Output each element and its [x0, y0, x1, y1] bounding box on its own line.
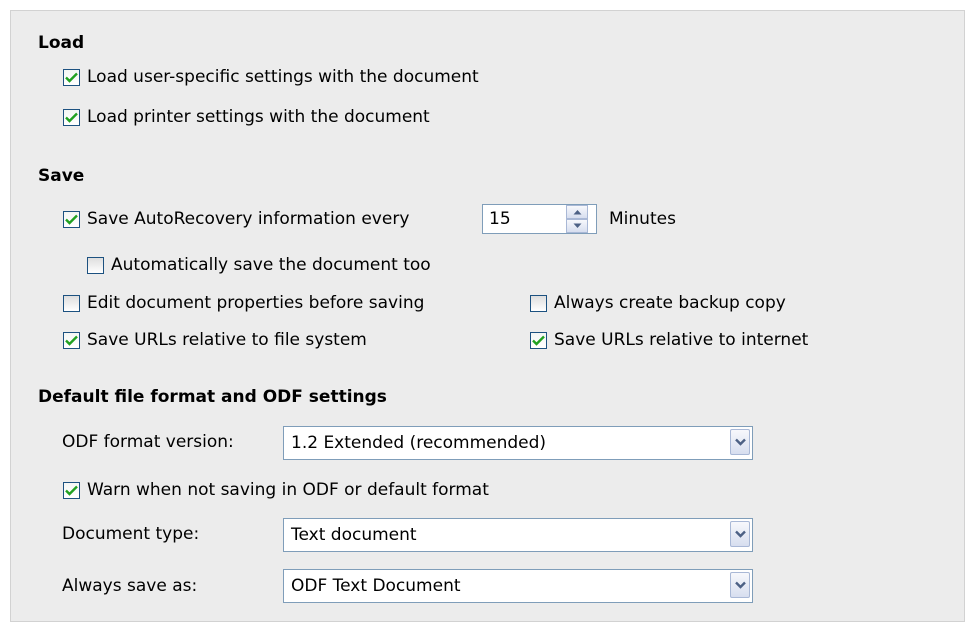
save-as-value: ODF Text Document	[291, 576, 461, 596]
minutes-label: Minutes	[609, 209, 676, 229]
save-as-dropdown-button[interactable]	[730, 572, 750, 598]
options-panel: Load Load user-specific settings with th…	[10, 10, 965, 622]
spin-down-button[interactable]	[566, 219, 588, 233]
document-type-dropdown-button[interactable]	[730, 521, 750, 547]
load-user-settings-label: Load user-specific settings with the doc…	[87, 67, 479, 87]
backup-copy-checkbox[interactable]	[530, 294, 547, 312]
warn-odf-checkbox[interactable]	[63, 481, 80, 499]
edit-properties-row[interactable]: Edit document properties before saving	[63, 292, 424, 314]
spin-up-button[interactable]	[566, 205, 588, 219]
load-printer-settings-label: Load printer settings with the document	[87, 107, 430, 127]
chevron-down-icon	[734, 530, 746, 538]
warn-odf-row[interactable]: Warn when not saving in ODF or default f…	[63, 479, 489, 501]
auto-save-document-row[interactable]: Automatically save the document too	[87, 254, 431, 276]
document-type-value: Text document	[291, 525, 417, 545]
autorecovery-label: Save AutoRecovery information every	[87, 209, 410, 229]
chevron-down-icon	[573, 223, 581, 228]
load-printer-settings-checkbox[interactable]	[63, 108, 80, 126]
save-as-label: Always save as:	[62, 576, 198, 596]
autorecovery-checkbox[interactable]	[63, 210, 80, 228]
chevron-down-icon	[734, 581, 746, 589]
odf-version-select[interactable]: 1.2 Extended (recommended)	[283, 426, 753, 460]
auto-save-document-checkbox[interactable]	[87, 256, 104, 274]
edit-properties-label: Edit document properties before saving	[87, 293, 425, 313]
backup-copy-row[interactable]: Always create backup copy	[530, 292, 786, 314]
checkmark-icon	[532, 335, 545, 346]
load-user-settings-row[interactable]: Load user-specific settings with the doc…	[63, 66, 479, 88]
checkmark-icon	[65, 112, 78, 123]
checkmark-icon	[65, 485, 78, 496]
load-user-settings-checkbox[interactable]	[63, 68, 80, 86]
chevron-down-icon	[734, 438, 746, 446]
backup-copy-label: Always create backup copy	[554, 293, 786, 313]
warn-odf-label: Warn when not saving in ODF or default f…	[87, 480, 489, 500]
checkmark-icon	[65, 335, 78, 346]
urls-file-system-label: Save URLs relative to file system	[87, 330, 367, 350]
auto-save-document-label: Automatically save the document too	[111, 255, 431, 275]
chevron-up-icon	[573, 210, 581, 215]
odf-version-dropdown-button[interactable]	[730, 429, 750, 455]
load-printer-settings-row[interactable]: Load printer settings with the document	[63, 106, 430, 128]
urls-file-system-row[interactable]: Save URLs relative to file system	[63, 329, 367, 351]
save-heading: Save	[38, 166, 85, 186]
checkmark-icon	[65, 72, 78, 83]
urls-internet-row[interactable]: Save URLs relative to internet	[530, 329, 808, 351]
autorecovery-minutes-value: 15	[489, 209, 511, 229]
edit-properties-checkbox[interactable]	[63, 294, 80, 312]
spin-arrows-icon[interactable]	[566, 205, 588, 233]
autorecovery-row[interactable]: Save AutoRecovery information every	[63, 208, 409, 230]
checkmark-icon	[65, 214, 78, 225]
document-type-label: Document type:	[62, 524, 200, 544]
urls-file-system-checkbox[interactable]	[63, 331, 80, 349]
urls-internet-checkbox[interactable]	[530, 331, 547, 349]
document-type-select[interactable]: Text document	[283, 518, 753, 552]
save-as-select[interactable]: ODF Text Document	[283, 569, 753, 603]
format-heading: Default file format and ODF settings	[38, 387, 387, 407]
urls-internet-label: Save URLs relative to internet	[554, 330, 809, 350]
odf-version-label: ODF format version:	[62, 432, 234, 452]
load-heading: Load	[38, 33, 85, 53]
odf-version-value: 1.2 Extended (recommended)	[291, 433, 547, 453]
